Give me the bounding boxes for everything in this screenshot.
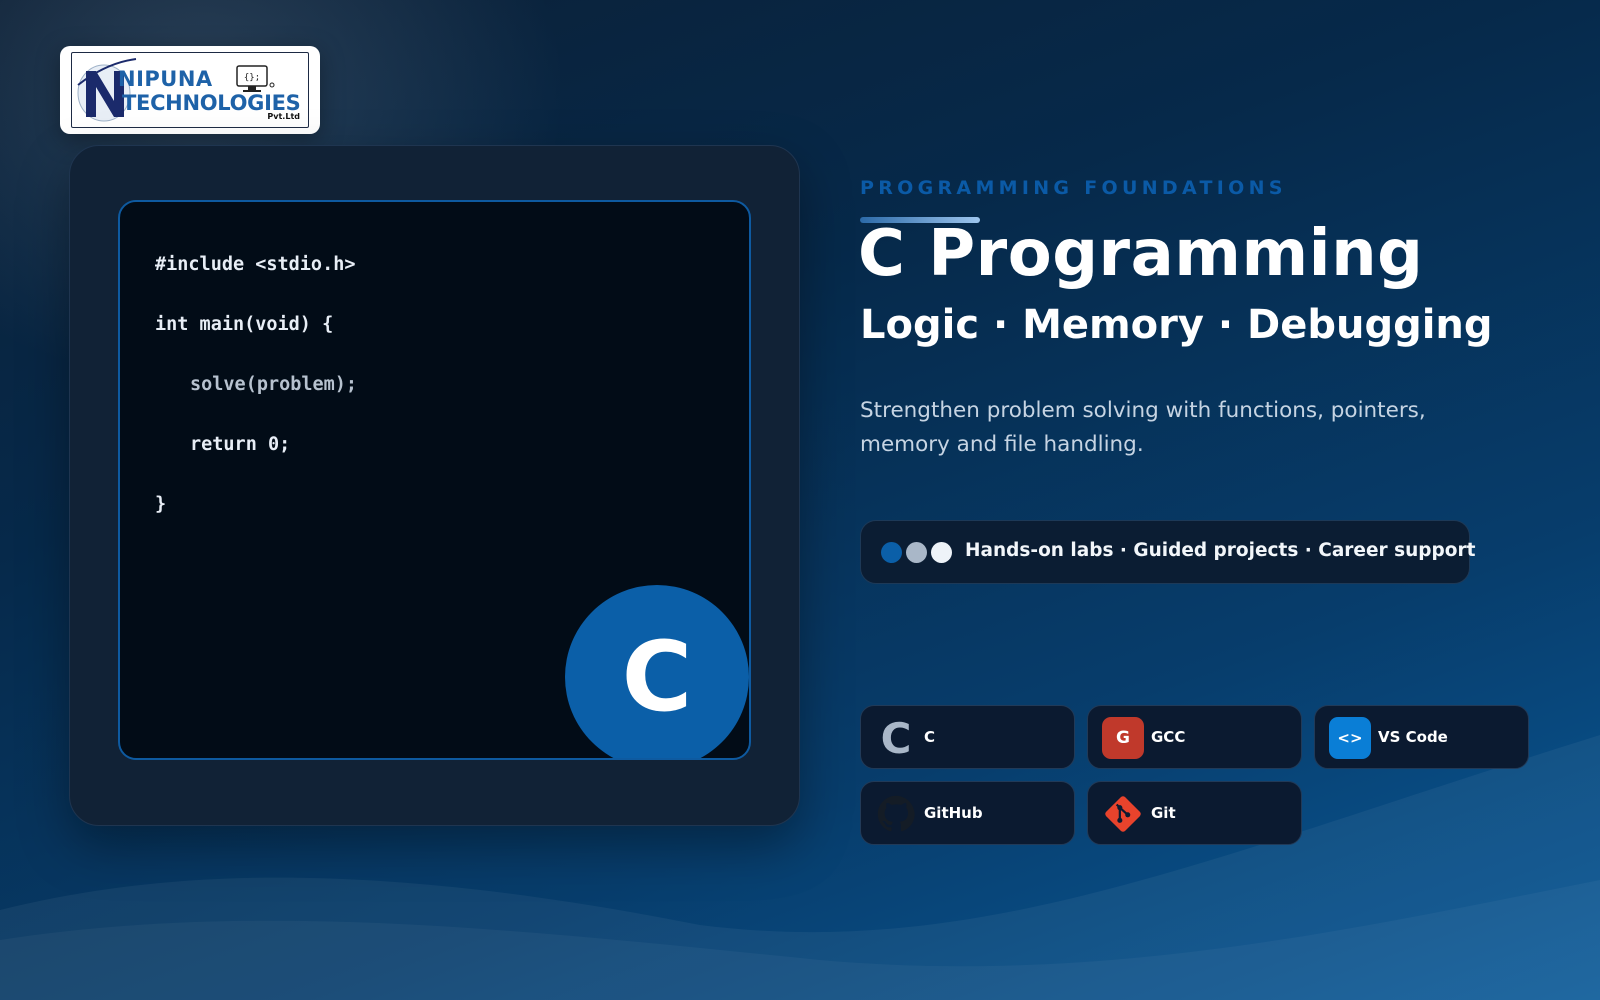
- tool-label-github: GitHub: [924, 804, 983, 822]
- code-line-close-brace: }: [155, 494, 167, 515]
- page-subtitle: Logic · Memory · Debugging: [860, 302, 1493, 348]
- features-pill: Hands-on labs · Guided projects · Career…: [860, 520, 1475, 584]
- dot-indicator-white: [931, 542, 952, 563]
- vscode-icon: <>: [1329, 717, 1371, 759]
- page-title: C Programming: [858, 217, 1424, 291]
- gcc-icon: G: [1102, 717, 1144, 759]
- c-language-badge: C: [565, 585, 749, 758]
- tool-label-gcc: GCC: [1151, 728, 1186, 746]
- code-line-return: return 0;: [190, 434, 291, 455]
- tool-label-vscode: VS Code: [1378, 728, 1448, 746]
- tool-chip-gcc: G GCC: [1087, 705, 1302, 769]
- features-text: Hands-on labs · Guided projects · Career…: [965, 540, 1476, 561]
- logo-suffix: Pvt.Ltd: [267, 112, 300, 121]
- dot-indicator-blue: [881, 542, 902, 563]
- code-editor: #include <stdio.h> int main(void) { solv…: [118, 200, 751, 760]
- github-icon: [875, 793, 917, 835]
- tool-chip-github: GitHub: [860, 781, 1075, 845]
- tool-label-git: Git: [1151, 804, 1176, 822]
- monitor-icon: {};: [236, 65, 275, 92]
- code-line-solve: solve(problem);: [190, 374, 358, 395]
- dot-indicator-gray: [906, 542, 927, 563]
- tool-chip-git: Git: [1087, 781, 1302, 845]
- tool-label-c: C: [924, 728, 936, 746]
- tool-chip-c: C C: [860, 705, 1075, 769]
- logo-wordmark-top: NIPUNA: [118, 67, 213, 91]
- git-logo-glyph: [1105, 796, 1141, 832]
- c-language-icon: C: [880, 713, 912, 763]
- company-logo: NIPUNA TECHNOLOGIES Pvt.Ltd {};: [60, 46, 320, 134]
- code-line-include: #include <stdio.h>: [155, 254, 356, 275]
- monitor-text: {};: [244, 73, 260, 83]
- github-octocat-glyph: [877, 795, 915, 832]
- tool-chip-vscode: <> VS Code: [1314, 705, 1529, 769]
- eyebrow-label: PROGRAMMING FOUNDATIONS: [860, 177, 1287, 199]
- git-icon: [1102, 793, 1144, 835]
- code-card: #include <stdio.h> int main(void) { solv…: [69, 145, 800, 826]
- course-description: Strengthen problem solving with function…: [860, 398, 1426, 457]
- logo-frame: NIPUNA TECHNOLOGIES Pvt.Ltd {};: [71, 52, 309, 128]
- code-line-main: int main(void) {: [155, 314, 334, 335]
